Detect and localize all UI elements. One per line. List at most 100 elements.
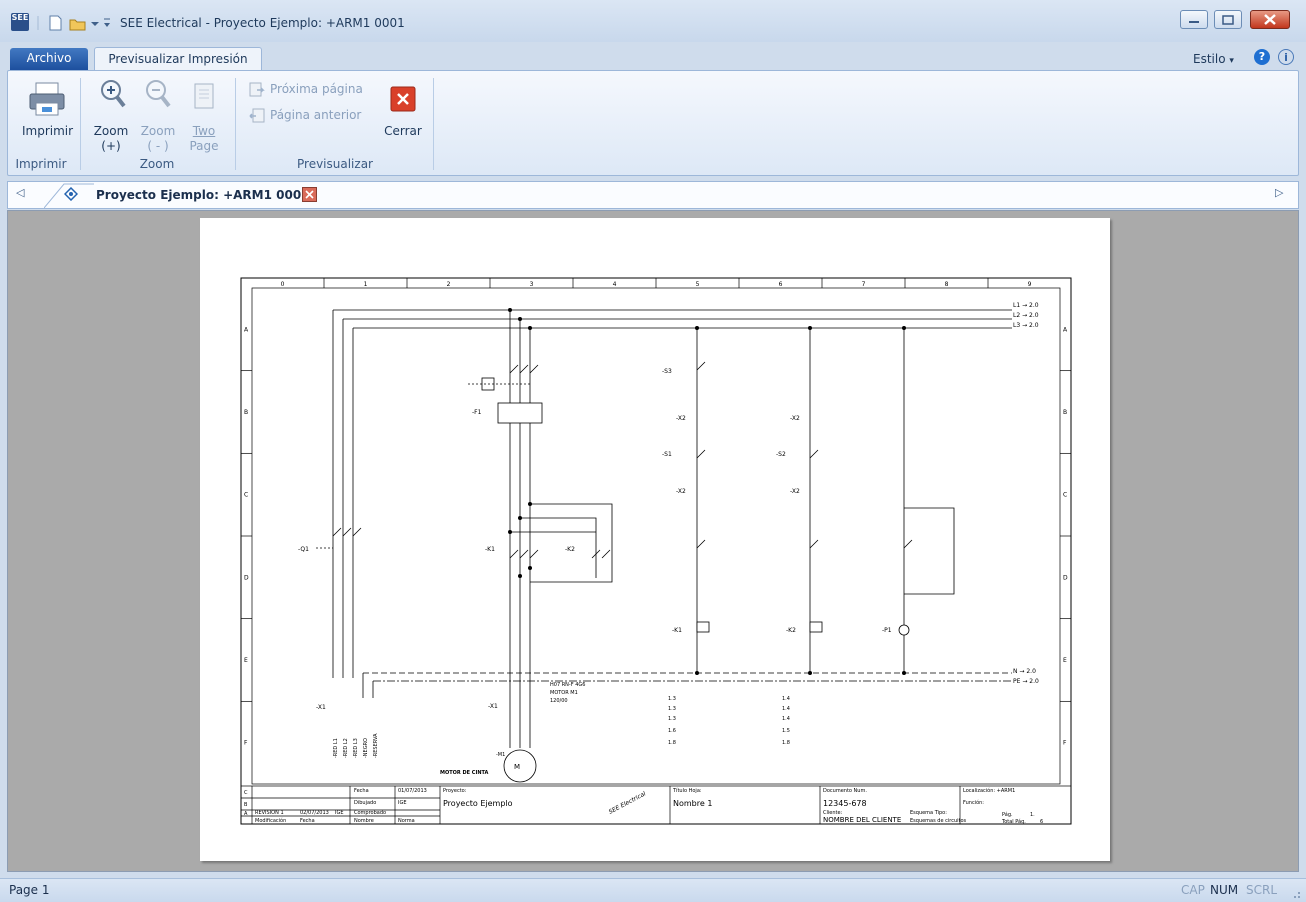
svg-text:1.6: 1.6 <box>668 728 676 734</box>
scroll-left-icon[interactable]: ◁ <box>16 186 24 199</box>
svg-text:1.4: 1.4 <box>782 716 790 722</box>
previous-page-button[interactable]: Página anterior <box>270 108 361 123</box>
neutral-pe-lines <box>362 672 1012 698</box>
zoom-group-label: Zoom <box>139 157 175 171</box>
two-page-icon[interactable] <box>193 82 215 110</box>
column-number: 6 <box>779 281 783 288</box>
svg-text:Función:: Función: <box>963 799 984 806</box>
cerrar-button[interactable]: Cerrar <box>380 124 426 139</box>
svg-text:-RED L3: -RED L3 <box>353 738 359 758</box>
svg-text:IGE: IGE <box>398 800 407 806</box>
row-ruler: A A B B C C D D E E F F <box>241 326 1071 747</box>
new-document-icon[interactable] <box>49 15 62 31</box>
m1-label: -M1 <box>496 752 505 758</box>
chevron-down-icon: ▾ <box>1229 56 1234 66</box>
imprimir-button[interactable]: Imprimir <box>22 124 73 139</box>
open-folder-icon[interactable] <box>69 19 86 31</box>
tab-previsualizar-impresion[interactable]: Previsualizar Impresión <box>94 47 262 71</box>
svg-text:Fecha: Fecha <box>354 788 369 794</box>
phase-l1-label: L1 → 2.0 <box>1013 302 1039 309</box>
svg-text:Norma: Norma <box>398 818 415 824</box>
supply-terminal-labels: -RED L1 -RED L2 -RED L3 -NEGRO -RESERVA <box>333 733 379 758</box>
close-tab-icon[interactable] <box>302 187 317 202</box>
previous-page-icon[interactable] <box>249 108 265 124</box>
group-separator <box>433 78 434 170</box>
control-circuits <box>696 328 955 673</box>
svg-text:02/07/2013: 02/07/2013 <box>300 810 329 816</box>
resize-grip-icon[interactable] <box>1290 888 1302 900</box>
column-number: 7 <box>862 281 866 288</box>
motor-cinta-label: MOTOR DE CINTA <box>440 770 489 776</box>
row-letter: A <box>244 326 249 333</box>
print-preview-page[interactable]: 0123456789 AABBCCDDEEFF L1 → 2.0 L2 → 2.… <box>200 218 1110 861</box>
customize-qat-icon[interactable] <box>104 18 110 27</box>
help-icon[interactable]: ? <box>1254 49 1270 65</box>
row-letter: C <box>1063 492 1067 499</box>
x2-label-3: -X2 <box>790 415 800 422</box>
zoom-out-label-2: ( - ) <box>147 139 169 153</box>
caps-lock-indicator: CAP <box>1181 883 1205 897</box>
row-letter: E <box>1063 657 1067 664</box>
motor-cable-length-label: 120/00 <box>550 698 568 704</box>
info-icon[interactable]: i <box>1278 49 1294 65</box>
k1-contact-references: 1.3 1.3 1.3 1.6 1.8 <box>668 696 676 746</box>
x1-supply-terminal-label: -X1 <box>316 704 326 711</box>
zoom-out-icon[interactable] <box>144 78 172 110</box>
f1-label: -F1 <box>472 409 482 416</box>
svg-text:Total Pág.: Total Pág. <box>1001 818 1026 825</box>
printer-icon[interactable] <box>28 80 68 120</box>
svg-text:Pág.: Pág. <box>1002 811 1013 818</box>
maximize-button[interactable] <box>1214 10 1242 29</box>
x2-label-2: -X2 <box>676 488 686 495</box>
svg-text:-RED L2: -RED L2 <box>343 738 349 758</box>
close-preview-icon[interactable] <box>390 86 416 112</box>
project-name: Proyecto Ejemplo <box>443 799 513 808</box>
k1-contactor-label: -K1 <box>485 546 495 553</box>
document-tab[interactable]: Proyecto Ejemplo: +ARM1 0001 <box>96 188 310 202</box>
zoom-out-button[interactable]: Zoom( - ) <box>136 124 180 154</box>
close-window-button[interactable] <box>1250 10 1290 29</box>
svg-text:Dibujado: Dibujado <box>354 800 376 806</box>
phase-busbars <box>332 309 1012 678</box>
minimize-button[interactable] <box>1180 10 1208 29</box>
app-icon[interactable]: SEE <box>11 13 29 31</box>
column-number: 9 <box>1028 281 1032 288</box>
scroll-right-icon[interactable]: ▷ <box>1275 186 1283 199</box>
document-number: 12345-678 <box>823 799 867 808</box>
sheet-title: Nombre 1 <box>673 799 712 808</box>
svg-text:1.3: 1.3 <box>668 706 676 712</box>
tab-archivo[interactable]: Archivo <box>10 48 88 70</box>
group-separator <box>80 78 81 170</box>
column-ruler: 0 1 2 3 4 5 6 7 8 9 <box>281 278 1032 288</box>
k2-coil-label: -K2 <box>786 627 796 634</box>
svg-text:01/07/2013: 01/07/2013 <box>398 788 427 794</box>
svg-text:-NEGRO: -NEGRO <box>363 738 369 758</box>
motor-m1-label: MOTOR M1 <box>550 690 578 696</box>
see-stamp-logo: SEE Electrical <box>608 790 648 816</box>
qat-dropdown-icon[interactable] <box>91 22 99 26</box>
zoom-in-label-2: (+) <box>101 139 121 153</box>
q1-breaker-symbol <box>316 527 362 549</box>
phase-l3-label: L3 → 2.0 <box>1013 322 1039 329</box>
svg-text:Localización: +ARM1: Localización: +ARM1 <box>963 787 1015 794</box>
two-page-button[interactable]: Two Page <box>186 124 222 154</box>
group-separator <box>235 78 236 170</box>
svg-text:1.8: 1.8 <box>782 740 790 746</box>
row-letter: C <box>244 492 248 499</box>
column-number: 0 <box>281 281 285 288</box>
column-number: 5 <box>696 281 700 288</box>
svg-text:1.3: 1.3 <box>668 696 676 702</box>
status-page-text: Page 1 <box>9 883 50 897</box>
estilo-menu[interactable]: Estilo ▾ <box>1193 52 1234 66</box>
column-number: 4 <box>613 281 617 288</box>
svg-text:6: 6 <box>1040 819 1043 825</box>
row-letter: A <box>1063 326 1068 333</box>
junction-dots <box>508 308 906 675</box>
zoom-in-icon[interactable] <box>99 78 127 110</box>
svg-text:Proyecto:: Proyecto: <box>443 788 467 794</box>
maximize-icon <box>1222 15 1234 25</box>
svg-text:A: A <box>244 811 248 817</box>
zoom-in-button[interactable]: Zoom (+) <box>88 124 134 154</box>
next-page-icon[interactable] <box>249 82 265 98</box>
next-page-button[interactable]: Próxima página <box>270 82 363 97</box>
